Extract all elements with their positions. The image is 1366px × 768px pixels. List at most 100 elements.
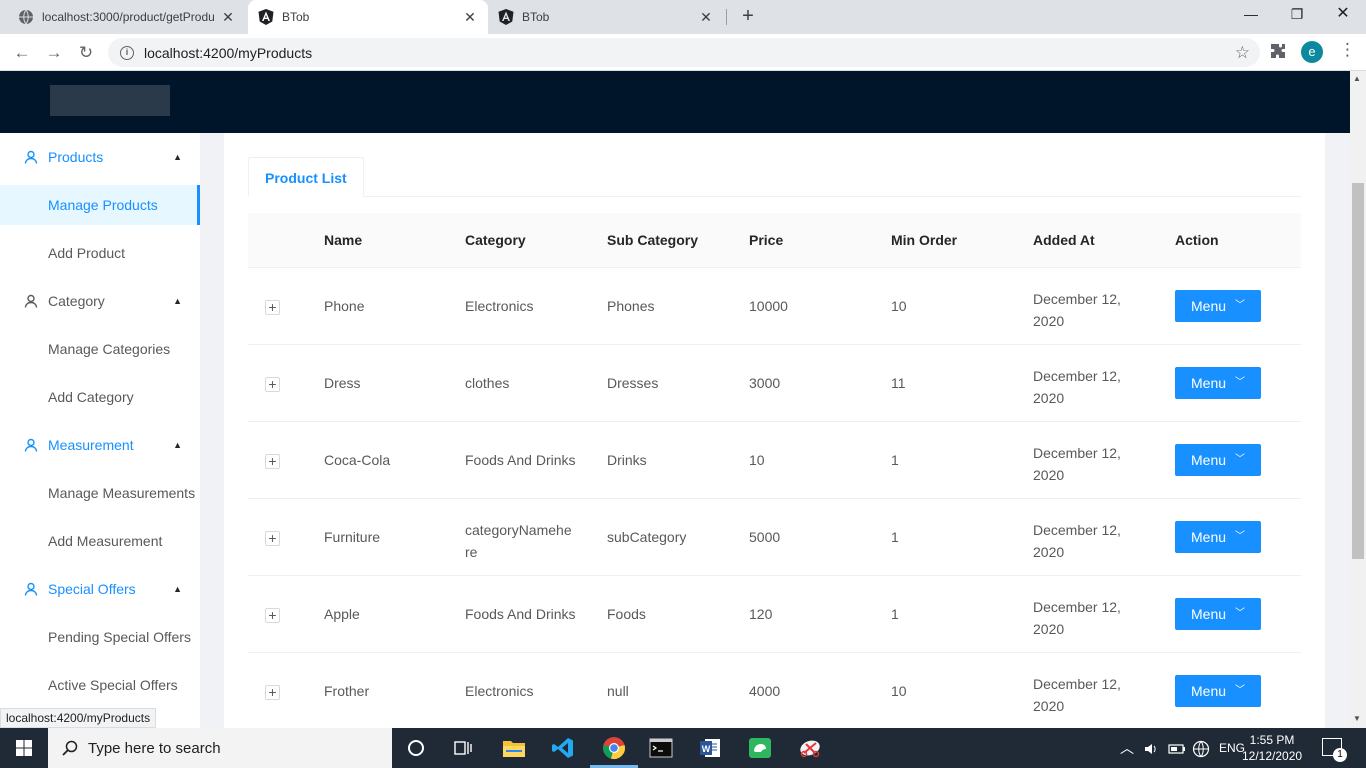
cortana-icon[interactable] <box>402 734 430 762</box>
forward-button[interactable]: → <box>41 40 67 66</box>
chevron-down-icon: ﹀ <box>1235 685 1245 696</box>
browser-menu-icon[interactable]: ⋮ <box>1339 40 1356 60</box>
cell-name: Coca-Cola <box>324 452 391 468</box>
sidebar-item-add-category[interactable]: Add Category <box>0 373 200 421</box>
vscode-icon[interactable] <box>549 734 577 762</box>
new-tab-button[interactable]: + <box>736 5 760 29</box>
browser-tab-1[interactable]: localhost:3000/product/getProdu ✕ <box>8 0 246 34</box>
sidebar-item-pending-special-offers[interactable]: Pending Special Offers <box>0 613 200 661</box>
cell-min-order: 10 <box>891 683 907 699</box>
browser-tab-3[interactable]: BTob ✕ <box>488 0 724 34</box>
page-scrollbar[interactable]: ▲ ▼ <box>1350 71 1366 728</box>
scroll-down-arrow-icon[interactable]: ▼ <box>1353 714 1361 723</box>
taskbar-search-box[interactable]: Type here to search <box>48 728 392 768</box>
row-menu-button[interactable]: Menu ﹀ <box>1175 598 1261 630</box>
network-globe-icon[interactable] <box>1192 728 1210 768</box>
snipping-tool-icon[interactable] <box>796 734 824 762</box>
chat-app-icon[interactable] <box>746 734 774 762</box>
task-view-icon[interactable] <box>449 734 477 762</box>
sidebar-group-products[interactable]: Products ▲ <box>0 133 200 181</box>
sidebar-item-manage-categories[interactable]: Manage Categories <box>0 325 200 373</box>
volume-icon[interactable] <box>1143 728 1159 768</box>
table-row: + Frother Electronics null 4000 10 Decem… <box>248 653 1301 730</box>
added-at-line-1: December 12, <box>1033 599 1121 615</box>
expand-row-icon[interactable]: + <box>265 608 280 623</box>
expand-row-icon[interactable]: + <box>265 685 280 700</box>
close-tab-icon[interactable]: ✕ <box>462 9 478 26</box>
column-header-min-order[interactable]: Min Order <box>891 232 957 248</box>
show-hidden-icons-chevron-icon[interactable]: ︿ <box>1120 728 1134 768</box>
cell-name: Phone <box>324 298 365 314</box>
minimize-button[interactable]: — <box>1228 0 1274 30</box>
system-clock[interactable]: 1:55 PM 12/12/2020 <box>1242 732 1302 764</box>
sidebar-item-label: Manage Measurements <box>48 485 196 501</box>
expand-row-icon[interactable]: + <box>265 300 280 315</box>
terminal-icon[interactable] <box>647 734 675 762</box>
expand-row-icon[interactable]: + <box>265 377 280 392</box>
column-header-category[interactable]: Category <box>465 232 526 248</box>
chrome-icon[interactable] <box>599 734 629 762</box>
column-header-action: Action <box>1175 232 1219 248</box>
clock-date: 12/12/2020 <box>1242 749 1303 763</box>
sidebar-item-add-measurement[interactable]: Add Measurement <box>0 517 200 565</box>
sidebar-item-manage-products[interactable]: Manage Products <box>0 185 200 225</box>
column-header-sub-category[interactable]: Sub Category <box>607 232 698 248</box>
sidebar-item-manage-measurements[interactable]: Manage Measurements <box>0 469 200 517</box>
chevron-up-icon: ▲ <box>173 152 182 162</box>
back-button[interactable]: ← <box>9 40 35 66</box>
scroll-up-arrow-icon[interactable]: ▲ <box>1353 74 1361 83</box>
added-at-line-2: 2020 <box>1033 390 1065 406</box>
tab-separator <box>726 9 727 25</box>
row-menu-button[interactable]: Menu ﹀ <box>1175 367 1261 399</box>
restore-button[interactable]: ❐ <box>1274 0 1320 30</box>
expand-row-icon[interactable]: + <box>265 531 280 546</box>
reload-button[interactable]: ↻ <box>73 40 99 66</box>
menu-button-label: Menu <box>1191 529 1227 545</box>
profile-avatar[interactable]: e <box>1301 41 1323 63</box>
row-menu-button[interactable]: Menu ﹀ <box>1175 675 1261 707</box>
cell-price: 4000 <box>749 683 781 699</box>
app-logo[interactable] <box>50 85 170 116</box>
row-menu-button[interactable]: Menu ﹀ <box>1175 444 1261 476</box>
row-menu-button[interactable]: Menu ﹀ <box>1175 521 1261 553</box>
close-window-button[interactable]: ✕ <box>1320 0 1366 30</box>
column-header-price[interactable]: Price <box>749 232 783 248</box>
column-header-added-at[interactable]: Added At <box>1033 232 1095 248</box>
address-bar[interactable]: i localhost:4200/myProducts ☆ <box>108 38 1260 67</box>
search-placeholder: Type here to search <box>88 739 221 757</box>
close-tab-icon[interactable]: ✕ <box>698 9 714 26</box>
sidebar-menu: Products ▲ Manage Products Add Product C… <box>0 133 200 728</box>
sidebar-item-label: Add Product <box>48 245 126 261</box>
content-tabs: Product List <box>248 157 1301 197</box>
sidebar-group-measurement[interactable]: Measurement ▲ <box>0 421 200 469</box>
sidebar-group-category[interactable]: Category ▲ <box>0 277 200 325</box>
file-explorer-icon[interactable] <box>500 734 528 762</box>
word-icon[interactable]: W <box>696 734 724 762</box>
close-tab-icon[interactable]: ✕ <box>220 9 236 26</box>
clock-time: 1:55 PM <box>1249 733 1295 747</box>
expand-row-icon[interactable]: + <box>265 454 280 469</box>
address-url[interactable]: localhost:4200/myProducts <box>144 45 1235 61</box>
cell-category: clothes <box>465 375 510 391</box>
tab-product-list[interactable]: Product List <box>248 157 364 197</box>
user-icon <box>24 150 38 164</box>
chevron-down-icon: ﹀ <box>1235 454 1245 465</box>
bookmark-star-icon[interactable]: ☆ <box>1235 43 1250 63</box>
sidebar-item-active-special-offers[interactable]: Active Special Offers <box>0 661 200 709</box>
browser-tab-2[interactable]: BTob ✕ <box>248 0 488 34</box>
extensions-icon[interactable] <box>1270 43 1286 63</box>
globe-icon <box>18 9 34 25</box>
battery-icon[interactable] <box>1168 728 1186 768</box>
column-header-name[interactable]: Name <box>324 232 362 248</box>
chevron-up-icon: ▲ <box>173 296 182 306</box>
scrollbar-thumb[interactable] <box>1352 183 1364 559</box>
row-menu-button[interactable]: Menu ﹀ <box>1175 290 1261 322</box>
sidebar-group-special-offers[interactable]: Special Offers ▲ <box>0 565 200 613</box>
cell-price: 10 <box>749 452 765 468</box>
windows-start-button[interactable] <box>0 728 48 768</box>
cell-name: Frother <box>324 683 370 699</box>
sidebar-item-add-product[interactable]: Add Product <box>0 229 200 277</box>
browser-tab-title: BTob <box>522 10 550 24</box>
added-at-line-2: 2020 <box>1033 621 1065 637</box>
site-info-icon[interactable]: i <box>120 45 134 60</box>
